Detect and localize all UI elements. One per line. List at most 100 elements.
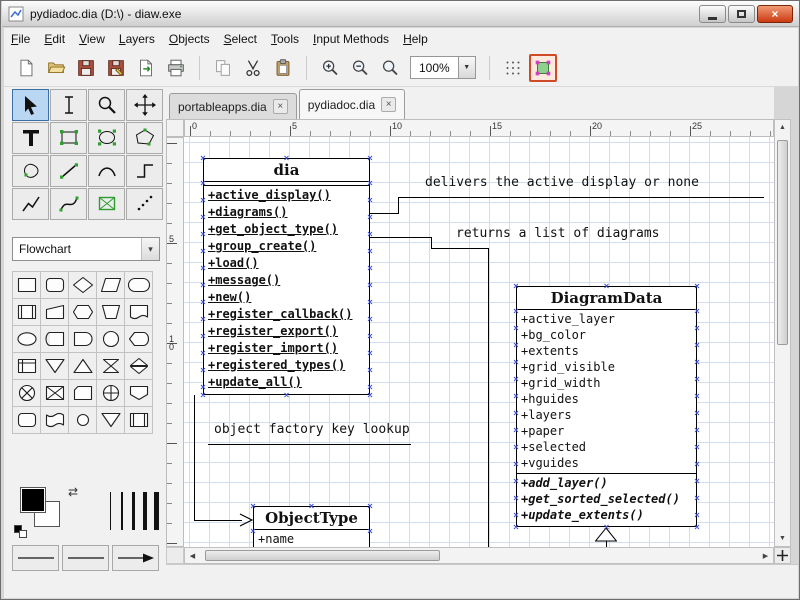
open-button[interactable] (42, 54, 70, 82)
text-annotation[interactable]: delivers the active display or none (425, 175, 699, 190)
connector-shape[interactable] (96, 325, 125, 353)
tab-pydiadoc.dia[interactable]: pydiadoc.dia× (299, 89, 405, 119)
image-tool[interactable] (88, 188, 125, 220)
preparation-shape[interactable] (68, 298, 97, 326)
close-button[interactable]: × (757, 5, 793, 23)
snap-toggle-button[interactable] (529, 54, 557, 82)
extract-shape[interactable] (68, 352, 97, 380)
copy-button[interactable] (209, 54, 237, 82)
ellipse-shape[interactable] (12, 325, 41, 353)
uml-class-dia[interactable]: dia+active_display()+diagrams()+get_obje… (203, 158, 370, 395)
menu-layers[interactable]: Layers (112, 29, 162, 49)
scroll-up-icon[interactable]: ▲ (775, 120, 790, 135)
terminal-shape[interactable] (40, 271, 69, 299)
zoom-dropdown-icon[interactable]: ▼ (458, 57, 475, 78)
titlebar[interactable]: pydiadoc.dia (D:\) - diaw.exe × (2, 1, 799, 27)
rounded-process-shape[interactable] (124, 271, 153, 299)
line-width-selector[interactable] (104, 485, 162, 537)
connector-line[interactable] (194, 395, 195, 520)
line-tool[interactable] (50, 155, 87, 187)
sheet-selector[interactable]: Flowchart ▾ (12, 237, 160, 261)
document-shape[interactable] (124, 298, 153, 326)
new-button[interactable] (12, 54, 40, 82)
display-shape[interactable] (124, 325, 153, 353)
line-width-option-5[interactable] (154, 492, 159, 530)
line-width-option-4[interactable] (143, 492, 147, 530)
punched-card-shape[interactable] (68, 379, 97, 407)
tab-close-icon[interactable]: × (381, 97, 396, 112)
line-style-selector[interactable] (62, 545, 109, 571)
bezierline-tool[interactable] (50, 188, 87, 220)
beziergon-tool[interactable] (12, 155, 49, 187)
connector-line[interactable] (398, 197, 399, 214)
text-tool[interactable] (12, 122, 49, 154)
pan-button[interactable] (774, 547, 791, 564)
chevron-down-icon[interactable]: ▾ (141, 238, 159, 260)
connector-line[interactable] (431, 248, 488, 249)
default-colors-icon[interactable] (14, 525, 30, 540)
menu-objects[interactable]: Objects (162, 29, 217, 49)
text-annotation[interactable]: object factory key lookup (214, 422, 410, 437)
maximize-button[interactable] (728, 5, 755, 23)
data-shape[interactable] (96, 271, 125, 299)
small-circle-shape[interactable] (68, 406, 97, 434)
diagram-canvas[interactable]: dia+active_display()+diagrams()+get_obje… (184, 137, 774, 547)
decision-shape[interactable] (68, 271, 97, 299)
boxed-x-shape[interactable] (40, 379, 69, 407)
vertical-scrollbar[interactable]: ▲ ▼ (774, 119, 791, 547)
merge-shape[interactable] (40, 352, 69, 380)
connector-line[interactable] (398, 197, 764, 198)
off-page-connector-shape[interactable] (124, 379, 153, 407)
zoom-out-button[interactable] (346, 54, 374, 82)
print-button[interactable] (162, 54, 190, 82)
alternate-process-shape[interactable] (12, 406, 41, 434)
text-edit-tool[interactable] (50, 89, 87, 121)
tab-close-icon[interactable]: × (273, 99, 288, 114)
zoom-combobox[interactable]: 100%▼ (410, 56, 476, 79)
connector-line[interactable] (488, 248, 489, 547)
process-shape[interactable] (12, 271, 41, 299)
punched-tape-shape[interactable] (40, 406, 69, 434)
menu-edit[interactable]: Edit (37, 29, 72, 49)
line-width-option-1[interactable] (110, 492, 111, 530)
end-arrow-selector[interactable] (112, 545, 159, 571)
tab-portableapps.dia[interactable]: portableapps.dia× (169, 93, 297, 119)
modify-tool[interactable] (12, 89, 49, 121)
box-tool[interactable] (50, 122, 87, 154)
connector-line[interactable] (194, 520, 242, 521)
minimize-button[interactable] (699, 5, 726, 23)
zoom-in-button[interactable] (316, 54, 344, 82)
polyline-tool[interactable] (12, 188, 49, 220)
connector-line[interactable] (370, 213, 398, 214)
menu-input-methods[interactable]: Input Methods (306, 29, 396, 49)
arc-tool[interactable] (88, 155, 125, 187)
menu-help[interactable]: Help (396, 29, 435, 49)
polygon-tool[interactable] (126, 122, 163, 154)
line-width-option-2[interactable] (121, 492, 123, 530)
scroll-down-icon[interactable]: ▼ (775, 531, 790, 546)
connector-line[interactable] (208, 444, 411, 445)
foreground-color-swatch[interactable] (20, 487, 46, 513)
save-as-button[interactable] (102, 54, 130, 82)
uml-class-ObjectType[interactable]: ObjectType+name (253, 506, 370, 547)
scroll-tool[interactable] (126, 89, 163, 121)
start-arrow-selector[interactable] (12, 545, 59, 571)
manual-input-shape[interactable] (40, 298, 69, 326)
magnify-tool[interactable] (88, 89, 125, 121)
internal-storage-shape[interactable] (12, 352, 41, 380)
export-button[interactable] (132, 54, 160, 82)
sorted-list-shape[interactable] (124, 406, 153, 434)
zigzagline-tool[interactable] (126, 155, 163, 187)
color-selector[interactable]: ⇄ (14, 485, 98, 541)
delay-shape[interactable] (68, 325, 97, 353)
menu-tools[interactable]: Tools (264, 29, 306, 49)
manual-operation-shape[interactable] (96, 298, 125, 326)
save-button[interactable] (72, 54, 100, 82)
menu-file[interactable]: File (4, 29, 37, 49)
outline-tool[interactable] (126, 188, 163, 220)
scroll-right-icon[interactable]: ▶ (758, 548, 773, 563)
swap-colors-icon[interactable]: ⇄ (68, 485, 78, 499)
grid-toggle-button[interactable] (499, 54, 527, 82)
predefined-process-shape[interactable] (12, 298, 41, 326)
connector-line[interactable] (370, 237, 432, 238)
